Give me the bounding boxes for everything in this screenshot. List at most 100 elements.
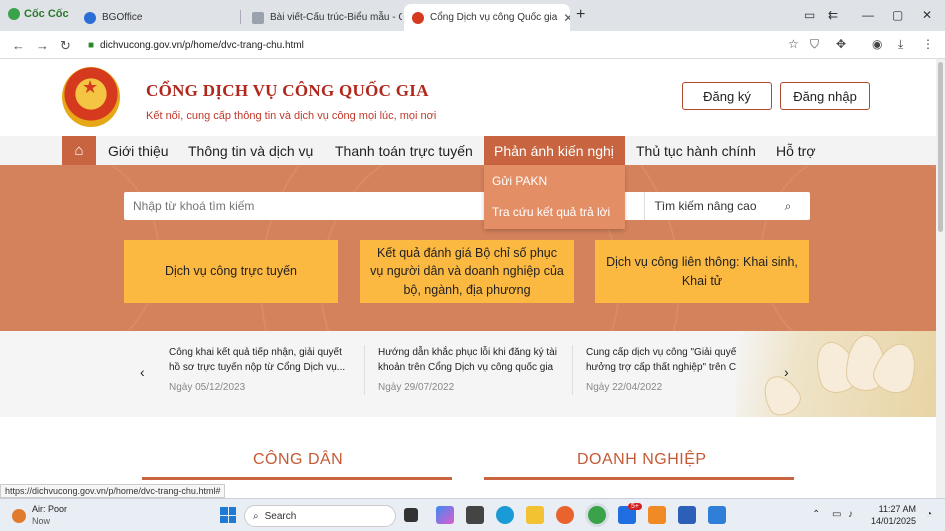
close-tab-icon[interactable]: ✕ [563,11,570,25]
web-page: CỔNG DỊCH VỤ CÔNG QUỐC GIA Kết nối, cung… [0,59,936,498]
carousel-next-icon[interactable]: › [784,364,789,380]
section-doanh-nghiep[interactable]: DOANH NGHIỆP [577,451,707,469]
clock-time: 11:27 AM [878,504,916,514]
taskbar-search[interactable]: ⌕ Search [244,505,396,527]
main-menu: ⌂ Giới thiệu Thông tin và dịch vụ Thanh … [0,136,936,165]
status-bar-url: https://dichvucong.gov.vn/p/home/dvc-tra… [0,484,226,498]
card-ket-qua-danh-gia[interactable]: Kết quả đánh giá Bộ chỉ số phục vụ người… [360,240,574,303]
coccoc-taskbar-icon[interactable] [588,506,606,524]
browser-brand-label: Cốc Cốc [24,8,69,20]
shield-icon[interactable]: ⛉ [810,37,819,52]
store-icon[interactable] [466,506,484,524]
task-view-icon[interactable] [404,508,418,522]
site-header: CỔNG DỊCH VỤ CÔNG QUỐC GIA Kết nối, cung… [0,59,936,135]
air-quality-icon [12,508,26,523]
advanced-search-button[interactable]: Tìm kiếm nâng cao [644,192,766,220]
news-item[interactable]: Công khai kết quả tiếp nhận, giải quyết … [169,345,349,393]
minimize-icon[interactable]: — [862,8,874,22]
news-divider [572,345,573,395]
forward-icon[interactable]: → [36,38,49,53]
notification-bell-icon[interactable]: ◔ [926,509,932,520]
news-item[interactable]: Hướng dẫn khắc phục lỗi khi đăng ký tài … [378,345,558,393]
app-orange-icon[interactable] [648,506,666,524]
site-slogan: Kết nối, cung cấp thông tin và dịch vụ c… [146,110,437,122]
tab-dich-vu-cong[interactable]: Cổng Dịch vụ công Quốc gia ✕ [404,4,570,31]
weather-widget[interactable]: Air: Poor Now [12,504,67,527]
emblem-favicon-icon [412,11,424,24]
taskbar-search-label: Search [264,510,297,522]
pakn-dropdown: Gửi PAKN Tra cứu kết quả trả lời [484,165,625,229]
profile-icon[interactable]: ◉ [872,37,882,51]
news-carousel: ‹ Công khai kết quả tiếp nhận, giải quyế… [0,331,936,421]
weather-sub: Now [32,515,51,526]
menu-ho-tro[interactable]: Hỗ trợ [766,136,826,165]
url-text: dichvucong.gov.vn/p/home/dvc-trang-chu.h… [100,39,304,51]
browser-toolbar: ← → ↻ ■ dichvucong.gov.vn/p/home/dvc-tra… [0,31,945,59]
tab-label: Cổng Dịch vụ công Quốc gia [430,12,558,23]
close-window-icon[interactable]: ✕ [922,8,932,22]
card-dich-vu-lien-thong[interactable]: Dịch vụ công liên thông: Khai sinh, Khai… [595,240,809,303]
menu-thanh-toan[interactable]: Thanh toán trực tuyến [325,136,483,165]
section-underline [142,477,452,480]
address-bar[interactable]: ■ dichvucong.gov.vn/p/home/dvc-trang-chu… [82,34,782,56]
news-date: Ngày 29/07/2022 [378,382,455,393]
firefox-icon[interactable] [556,506,574,524]
menu-thu-tuc-hanh-chinh[interactable]: Thủ tục hành chính [626,136,766,165]
tab-label: BGOffice [102,12,143,23]
home-icon[interactable]: ⌂ [62,136,96,165]
news-title: Công khai kết quả tiếp nhận, giải quyết … [169,347,346,373]
carousel-prev-icon[interactable]: ‹ [140,364,145,380]
national-emblem-icon[interactable] [62,67,120,127]
word-icon[interactable] [678,506,696,524]
menu-gioi-thieu[interactable]: Giới thiệu [98,136,179,165]
search-input[interactable] [124,192,524,220]
new-tab-button[interactable]: + [576,6,585,24]
browser-tab-strip: Cốc Cốc BGOffice Bài viết-Cấu trúc-Biểu … [0,0,945,31]
maximize-icon[interactable]: ▢ [892,8,903,22]
tab-bai-viet[interactable]: Bài viết-Cấu trúc-Biểu mẫu - Cổng [244,4,402,31]
browser-brand[interactable]: Cốc Cốc [8,8,69,20]
weather-title: Air: Poor [32,504,68,514]
volume-icon[interactable]: ♪ [848,509,853,520]
login-button[interactable]: Đăng nhập [780,82,870,110]
dropdown-tra-cuu[interactable]: Tra cứu kết quả trả lời [492,205,610,219]
hero-banner: Tìm kiếm nâng cao ⌕ Dịch vụ công trực tu… [0,165,936,331]
tab-label: Bài viết-Cấu trúc-Biểu mẫu - Cổng [270,12,402,23]
tab-separator [240,10,241,24]
register-button[interactable]: Đăng ký [682,82,772,110]
back-icon[interactable]: ← [12,38,25,53]
tray-chevron-icon[interactable]: ⌃ [812,509,820,520]
extensions-icon[interactable]: ✥ [836,37,846,51]
dropdown-gui-pakn[interactable]: Gửi PAKN [492,174,547,188]
edge-icon[interactable] [496,506,514,524]
download-icon[interactable]: ⤓ [898,37,903,52]
tab-bgoffice[interactable]: BGOffice [76,4,238,31]
file-explorer-icon[interactable] [526,506,544,524]
lotus-petal [756,369,806,421]
reload-icon[interactable]: ↻ [60,38,71,54]
secure-lock-icon: ■ [88,39,95,51]
clock-date: 14/01/2025 [870,515,916,526]
network-icon[interactable]: ▭ [832,509,841,520]
bookmark-star-icon[interactable]: ☆ [788,37,799,51]
menu-thong-tin-dich-vu[interactable]: Thông tin và dịch vụ [178,136,323,165]
bgoffice-favicon-icon [84,11,96,24]
search-icon[interactable]: ⌕ [768,192,808,220]
lotus-decoration [736,331,936,421]
section-underline [484,477,794,480]
back-history-icon[interactable]: ⇇ [828,8,838,22]
tab-search-icon[interactable]: ▭ [804,8,815,22]
scrollbar-thumb[interactable] [938,62,943,232]
start-icon[interactable] [220,507,236,523]
app-blue-icon[interactable] [708,506,726,524]
system-clock[interactable]: 11:27 AM 14/01/2025 [866,504,916,527]
search-bar: Tìm kiếm nâng cao ⌕ [124,192,810,220]
site-title[interactable]: CỔNG DỊCH VỤ CÔNG QUỐC GIA [146,81,429,101]
section-cong-dan[interactable]: CÔNG DÂN [253,451,343,469]
menu-icon[interactable]: ⋮ [922,37,934,51]
menu-phan-anh-kien-nghi[interactable]: Phản ánh kiến nghị [484,136,625,165]
copilot-icon[interactable] [436,506,454,524]
card-dich-vu-truc-tuyen[interactable]: Dịch vụ công trực tuyến [124,240,338,303]
news-divider [364,345,365,395]
search-icon: ⌕ [253,510,259,522]
